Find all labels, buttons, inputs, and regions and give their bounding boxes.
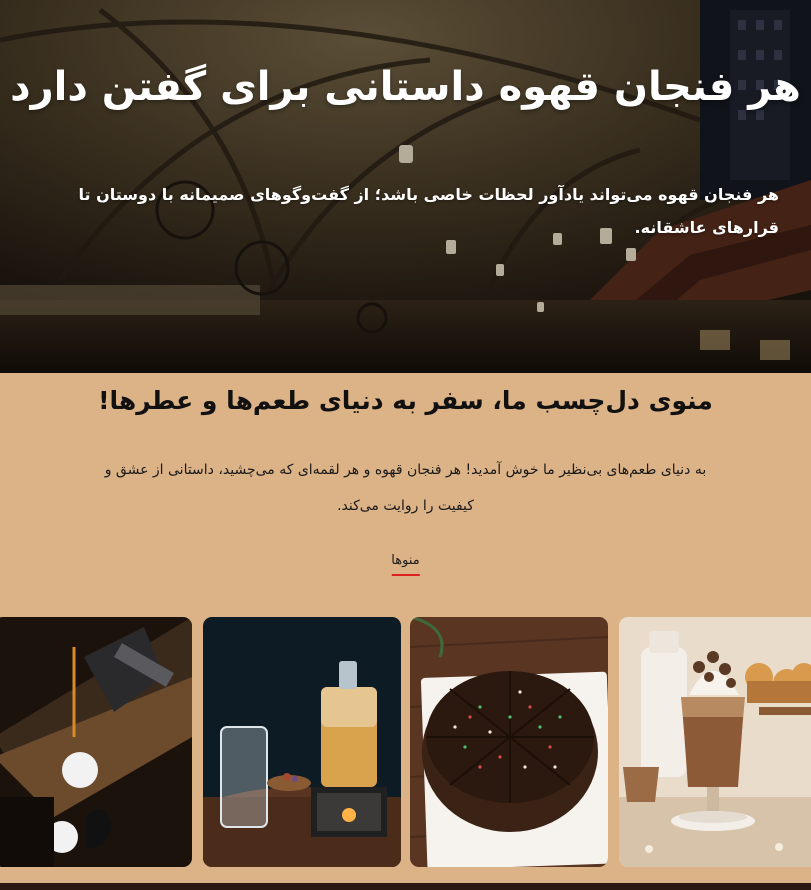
- hero-section: هر فنجان قهوه داستانی برای گفتن دارد هر …: [0, 0, 811, 373]
- espresso-machine-image: [0, 617, 192, 867]
- hero-title: هر فنجان قهوه داستانی برای گفتن دارد: [10, 64, 801, 110]
- tea-pots-image: [203, 617, 401, 867]
- menu-card-espresso[interactable]: [0, 617, 192, 867]
- menu-section-intro: به دنیای طعم‌های بی‌نظیر ما خوش آمدید! ه…: [104, 462, 707, 514]
- menu-section-title: منوی دل‌چسب ما، سفر به دنیای طعم‌ها و عط…: [98, 386, 713, 415]
- menus-link[interactable]: منوها: [391, 553, 420, 576]
- iced-coffee-image: [619, 617, 811, 867]
- chocolate-cake-image: [410, 617, 608, 867]
- menu-cards: [0, 617, 811, 867]
- bottom-section-edge: [0, 883, 811, 890]
- hero-description: هر فنجان قهوه می‌تواند یادآور لحظات خاصی…: [78, 185, 779, 237]
- menu-card-iced-coffee[interactable]: [619, 617, 811, 867]
- menu-card-tea[interactable]: [203, 617, 401, 867]
- menu-card-chocolate-cake[interactable]: [410, 617, 608, 867]
